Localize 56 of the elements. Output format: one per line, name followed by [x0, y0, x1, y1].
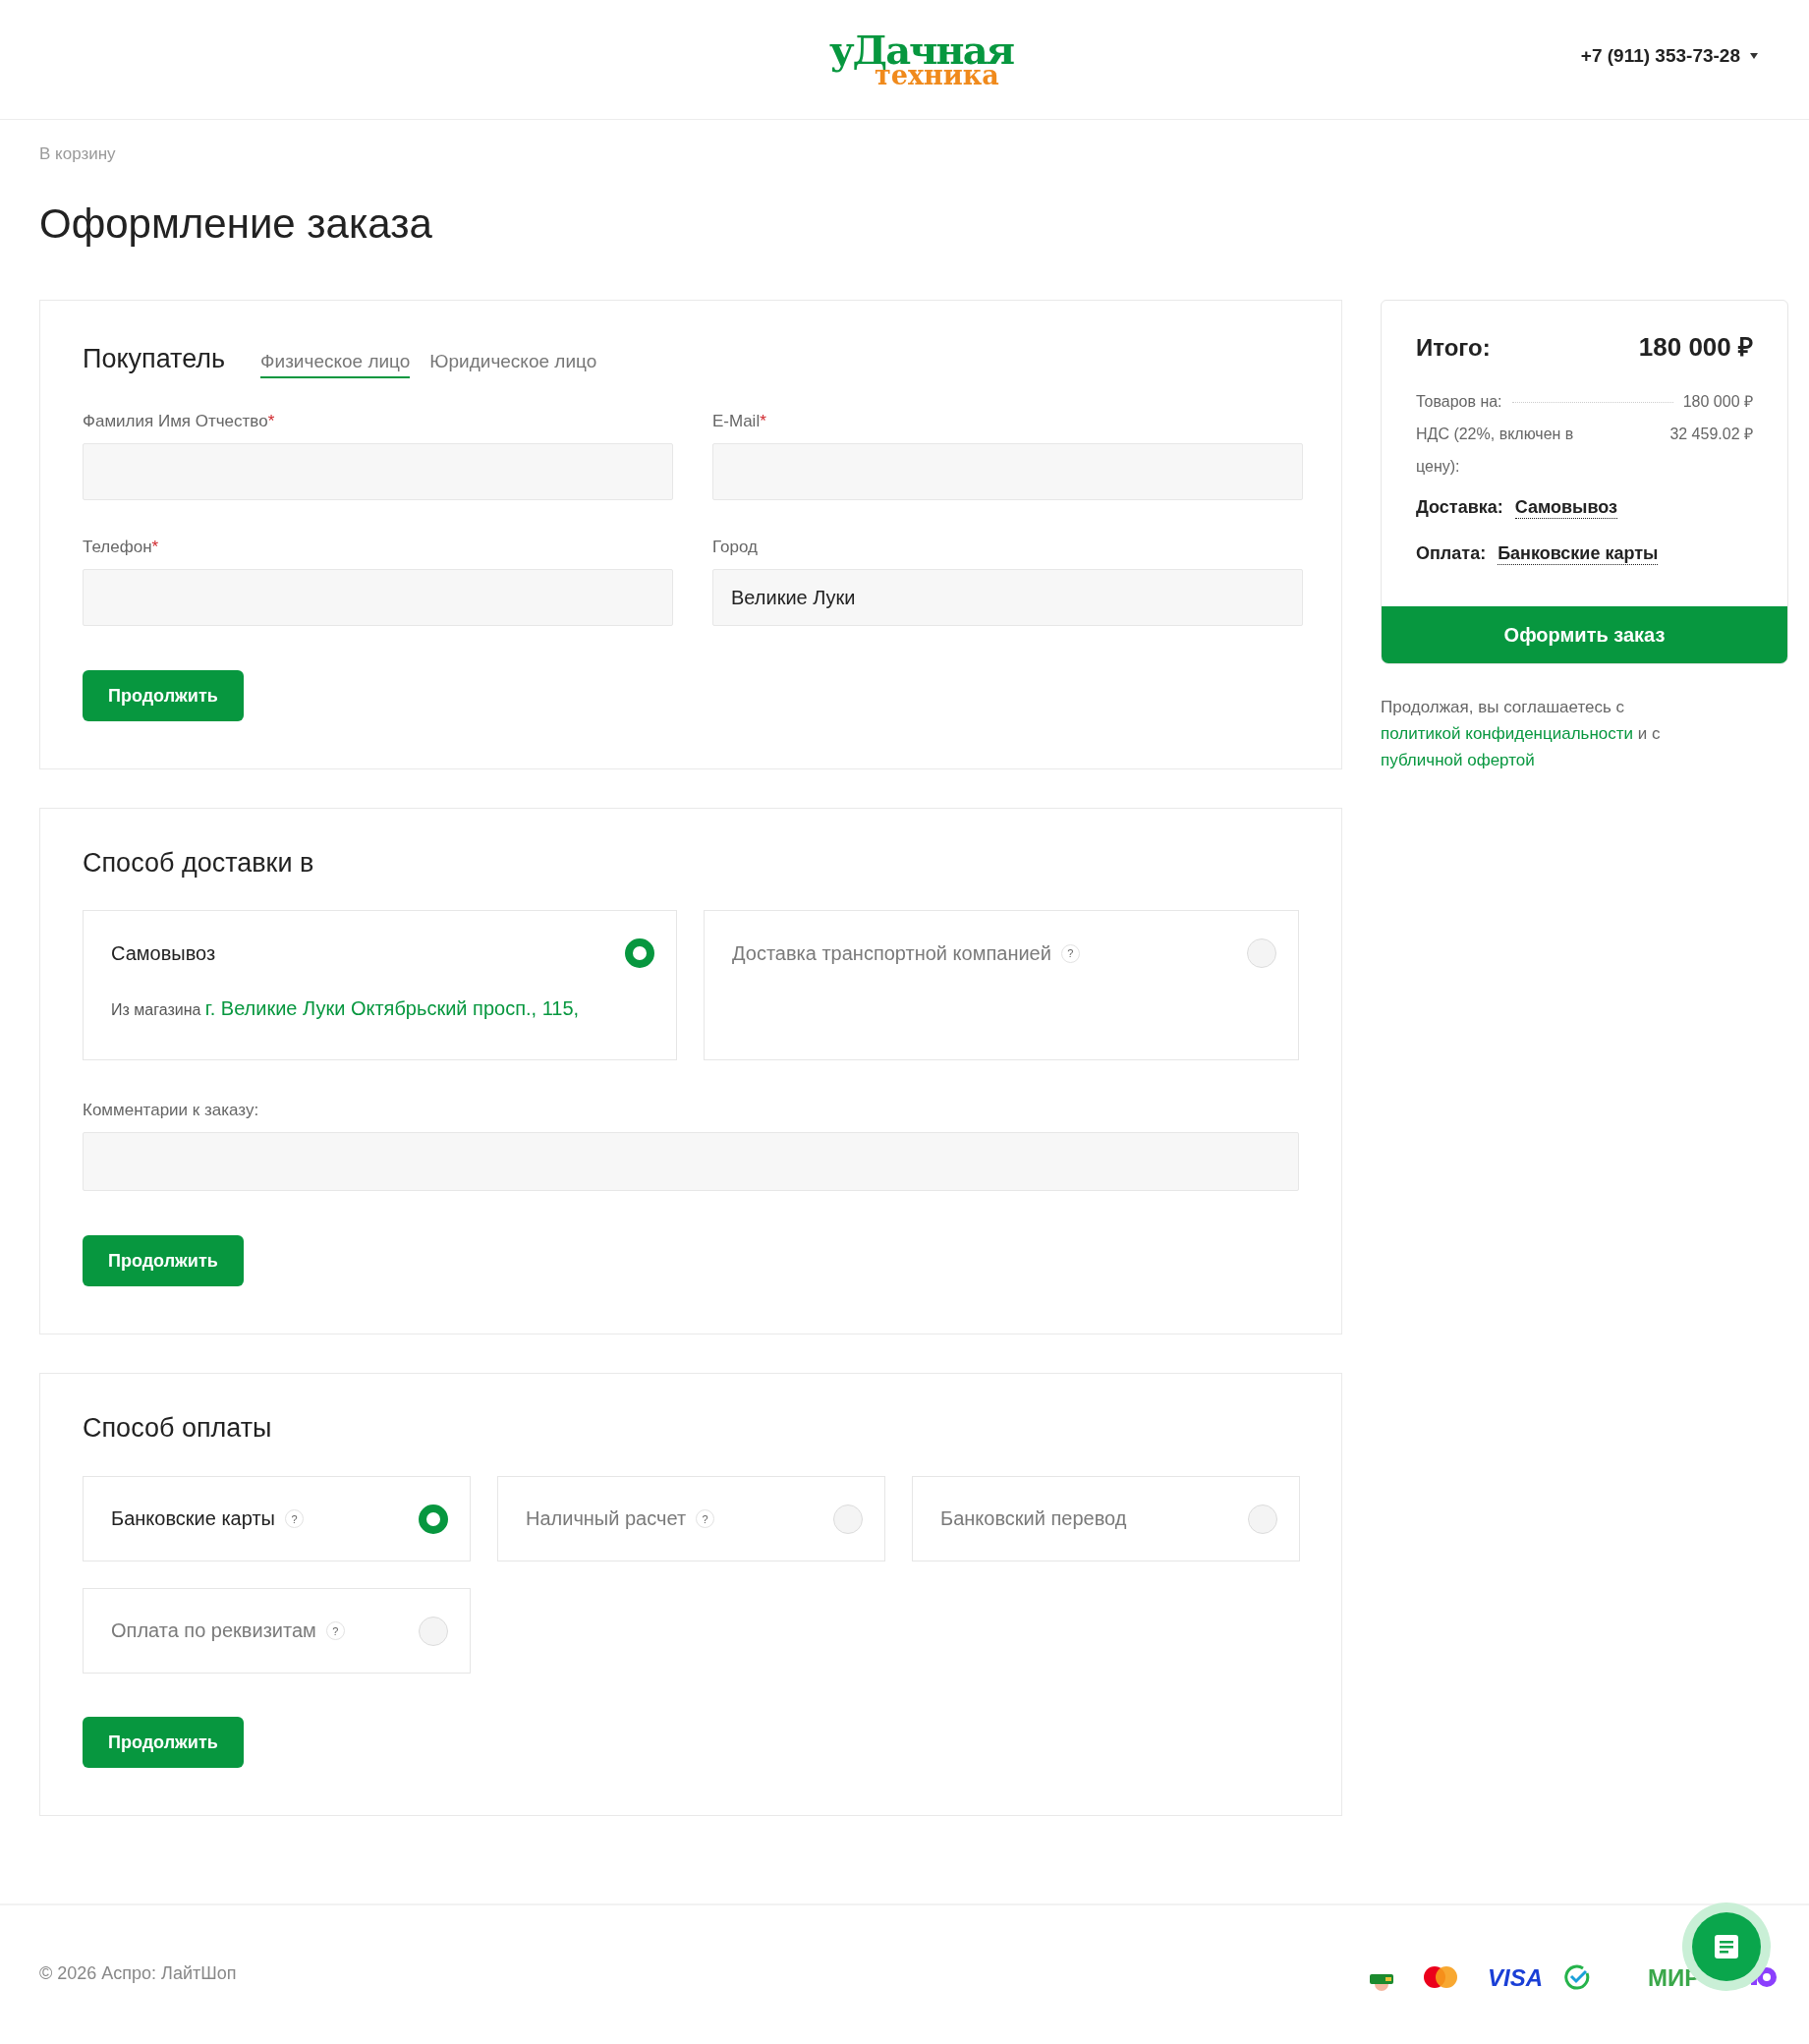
radio-button[interactable] — [625, 938, 654, 968]
store-note: Из магазина — [111, 1001, 202, 1018]
total-price: 180 000 ₽ — [1638, 331, 1753, 364]
section-title: Способ оплаты — [83, 1413, 273, 1444]
summary-label: НДС (22%, включен в цену): — [1416, 425, 1575, 477]
field-label: Город — [712, 538, 759, 557]
check-circle-icon — [1564, 1964, 1590, 1990]
document-icon — [1713, 1933, 1740, 1960]
place-order-button[interactable]: Оформить заказ — [1382, 606, 1787, 663]
field-label: Фамилия Имя Отчество* — [83, 412, 276, 431]
option-label: Банковские карты — [111, 1507, 275, 1530]
summary-link[interactable]: Банковские карты — [1498, 542, 1659, 565]
payment-option[interactable]: Наличный расчет ? — [497, 1476, 885, 1561]
card-logo: VISA — [1488, 1964, 1543, 1992]
field-label: Комментарии к заказу: — [83, 1101, 260, 1120]
tab[interactable]: Физическое лицо — [260, 351, 411, 378]
continue-button[interactable]: Продолжить — [83, 670, 244, 721]
option-label: Оплата по реквизитам — [111, 1619, 316, 1642]
tab[interactable]: Юридическое лицо — [429, 351, 597, 378]
total-label: Итого: — [1416, 334, 1491, 362]
page-title: Оформление заказа — [39, 203, 433, 245]
option-label: Банковский перевод — [940, 1507, 1127, 1530]
option-label: Доставка транспортной компанией — [732, 941, 1051, 965]
input-field[interactable] — [83, 443, 673, 500]
continue-button[interactable]: Продолжить — [83, 1235, 244, 1286]
field-label: E-Mail* — [712, 412, 767, 431]
payment-option[interactable]: Банковские карты ? — [83, 1476, 471, 1561]
summary-label: Оплата: — [1416, 542, 1487, 565]
delivery-option[interactable]: Самовывоз Из магазина г. Великие Луки Октябрьский просп., 115, — [83, 910, 677, 1060]
privacy-link[interactable]: политикой конфиденциальности — [1381, 724, 1634, 743]
delivery-option[interactable]: Доставка транспортной компанией ? — [704, 910, 1299, 1060]
mastercard-icon — [1423, 1965, 1458, 1989]
payment-option[interactable]: Банковский перевод — [912, 1476, 1300, 1561]
field-label: Телефон* — [83, 538, 160, 557]
summary-label: Доставка: — [1416, 496, 1503, 519]
phone-link[interactable]: +7 (911) 353-73-28 — [1580, 45, 1740, 67]
section-title: Покупатель — [83, 344, 226, 374]
input-field[interactable] — [712, 443, 1303, 500]
summary-value: 180 000 ₽ — [1682, 392, 1753, 412]
consent-text: Продолжая, вы соглашаетесь с политикой конфиденциальности и с публичной офертой — [1381, 697, 1662, 771]
summary-label: Товаров на: — [1416, 392, 1502, 412]
offer-link[interactable]: публичной офертой — [1381, 751, 1535, 769]
summary-link[interactable]: Самовывоз — [1514, 496, 1617, 519]
caret-icon[interactable] — [1750, 53, 1758, 59]
copyright-text: © 2026 Аспро: ЛайтШоп — [39, 1963, 237, 1984]
payment-option[interactable]: Оплата по реквизитам ? — [83, 1588, 471, 1674]
address-link[interactable]: г. Великие Луки Октябрьский просп., 115, — [204, 997, 580, 1019]
input-field[interactable] — [83, 569, 673, 626]
input-field[interactable]: Великие Луки — [712, 569, 1303, 626]
option-label: Наличный расчет — [526, 1507, 687, 1530]
summary-value: 32 459.02 ₽ — [1669, 425, 1753, 444]
option-label: Самовывоз — [111, 941, 216, 965]
radio-button[interactable] — [419, 1504, 448, 1534]
section-title: Способ доставки в — [83, 848, 315, 879]
comment-field[interactable] — [83, 1132, 1299, 1191]
continue-button[interactable]: Продолжить — [83, 1717, 244, 1768]
